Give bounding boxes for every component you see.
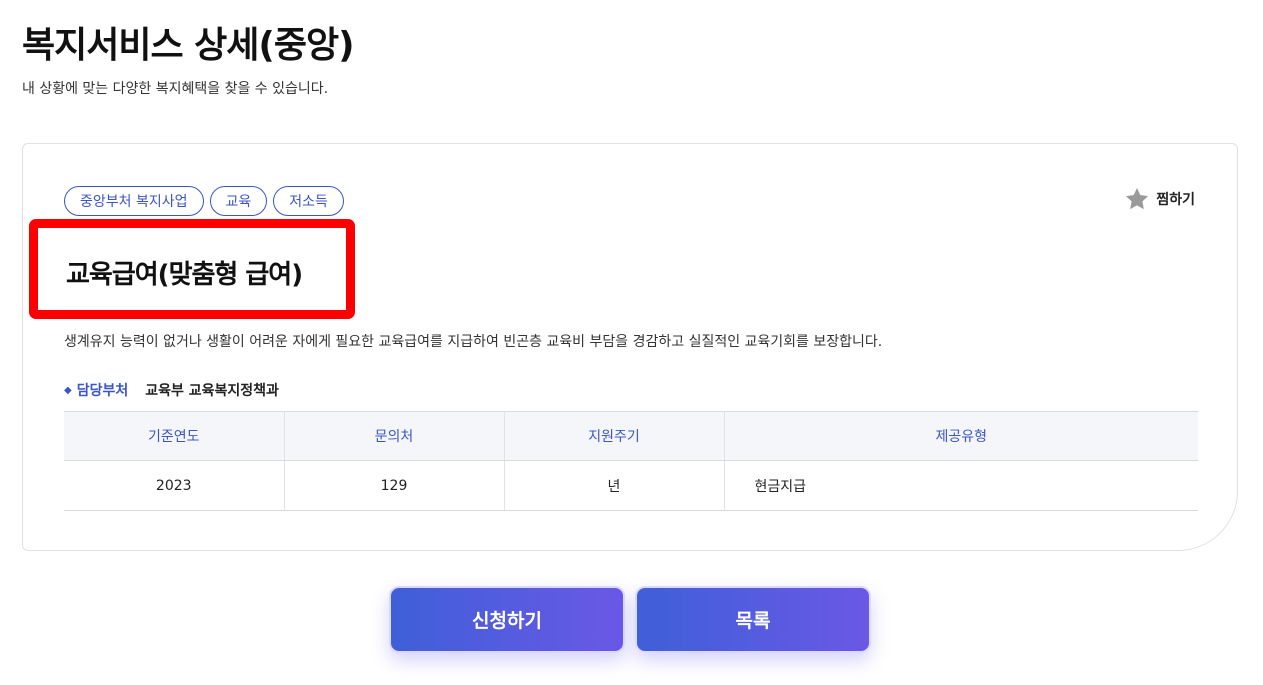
service-info-table: 기준연도 문의처 지원주기 제공유형 2023 129 년 현금지급 xyxy=(64,411,1198,511)
header-support-cycle: 지원주기 xyxy=(504,411,725,461)
page-subtitle: 내 상황에 맞는 다양한 복지혜택을 찾을 수 있습니다. xyxy=(22,81,329,97)
tag-education: 교육 xyxy=(209,186,268,216)
cell-base-year: 2023 xyxy=(64,460,285,511)
tag-list: 중앙부처 복지사업 교육 저소득 xyxy=(64,186,344,216)
service-title-highlight: 교육급여(맞춤형 급여) xyxy=(29,219,355,319)
department-value: 교육부 교육복지정책과 xyxy=(145,383,279,399)
favorite-label: 찜하기 xyxy=(1156,192,1195,208)
list-button[interactable]: 목록 xyxy=(635,586,871,653)
service-detail-card: 중앙부처 복지사업 교육 저소득 찜하기 교육급여(맞춤형 급여) 생계유지 능… xyxy=(22,143,1238,551)
tag-low-income: 저소득 xyxy=(273,186,344,216)
header-base-year: 기준연도 xyxy=(64,411,285,461)
star-icon xyxy=(1126,187,1149,210)
header-contact: 문의처 xyxy=(284,411,505,461)
table-row: 2023 129 년 현금지급 xyxy=(64,460,1198,511)
header-provision-type: 제공유형 xyxy=(724,411,1198,461)
tag-category: 중앙부처 복지사업 xyxy=(64,186,204,216)
department-info: ◆ 담당부처 교육부 교육복지정책과 xyxy=(64,380,279,400)
diamond-bullet-icon: ◆ xyxy=(64,384,72,396)
department-label: 담당부처 xyxy=(76,383,129,399)
apply-button[interactable]: 신청하기 xyxy=(389,586,625,653)
service-description: 생계유지 능력이 없거나 생활이 어려운 자에게 필요한 교육급여를 지급하여 … xyxy=(64,334,883,350)
page-title: 복지서비스 상세(중앙) xyxy=(22,25,355,66)
service-title: 교육급여(맞춤형 급여) xyxy=(66,260,303,290)
action-buttons: 신청하기 목록 xyxy=(389,586,871,653)
cell-support-cycle: 년 xyxy=(504,460,725,511)
favorite-button[interactable]: 찜하기 xyxy=(1124,186,1195,212)
cell-provision-type: 현금지급 xyxy=(724,460,1198,511)
table-header-row: 기준연도 문의처 지원주기 제공유형 xyxy=(64,411,1198,461)
cell-contact: 129 xyxy=(284,460,505,511)
